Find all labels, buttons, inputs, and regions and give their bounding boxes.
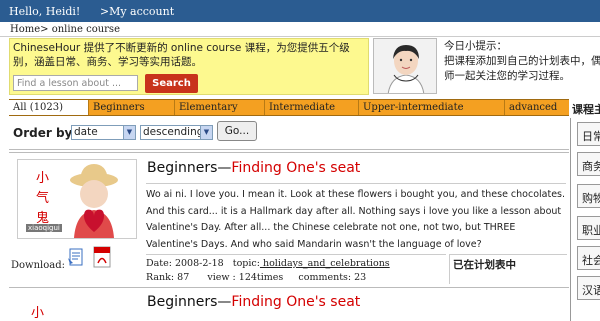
lesson-rank: 87: [177, 272, 190, 283]
teacher-avatar: [373, 38, 437, 94]
lesson-description: Wo ai ni. I love you. I mean it. Look at…: [146, 183, 566, 250]
tab-upper-intermediate[interactable]: Upper-intermediate: [359, 100, 505, 115]
rank-label: Rank:: [146, 272, 175, 283]
promo-panel: ChineseHour 提供了不断更新的 online course 课程，为您…: [9, 38, 369, 95]
order-field-select[interactable]: date ▼: [71, 125, 136, 140]
sidebar-item-society[interactable]: 社会: [577, 246, 600, 270]
go-button[interactable]: Go...: [217, 121, 257, 141]
tab-advanced[interactable]: advanced: [505, 100, 569, 115]
search-button[interactable]: Search: [145, 74, 198, 93]
lesson-meta: Date: 2008-2-18 topic: holidays_and_cele…: [146, 254, 446, 284]
topic-label: topic:: [232, 258, 260, 269]
topic-sidebar: 日常 商务 购物 职业 社会 汉语: [570, 118, 600, 321]
pdf-download-icon[interactable]: [93, 246, 111, 268]
promo-text: ChineseHour 提供了不断更新的 online course 课程，为您…: [13, 42, 350, 68]
lesson-item: 小 Beginners—Finding One's seat: [9, 287, 569, 321]
order-field-value: date: [74, 126, 98, 138]
topic-link[interactable]: holidays_and_celebrations: [260, 258, 390, 269]
lesson-title[interactable]: Beginners—Finding One's seat: [147, 294, 360, 310]
lesson-item: 小 气 鬼 xiaoqigui Download: Beginners—Find…: [9, 152, 569, 287]
greeting: Hello, Heidi!: [9, 5, 81, 18]
tab-intermediate[interactable]: Intermediate: [265, 100, 359, 115]
download-label: Download:: [11, 260, 65, 271]
thumb-pinyin: xiaoqigui: [26, 224, 62, 232]
document-download-icon[interactable]: [67, 248, 85, 266]
lesson-level: Beginners—: [147, 294, 232, 310]
view-label: view :: [207, 272, 236, 283]
order-by-label: Order by:: [13, 126, 78, 140]
tip-line-2: 师一起关注您的学习过程。: [444, 70, 570, 82]
lesson-date: 2008-2-18: [174, 258, 224, 269]
lesson-comments: 23: [354, 272, 367, 283]
sidebar-item-daily[interactable]: 日常: [577, 122, 600, 146]
lesson-name: Finding One's seat: [231, 160, 361, 176]
tip-line-1: 把课程添加到自己的计划表中，偶: [444, 55, 600, 67]
thumb-char-2: 气: [36, 190, 49, 206]
order-direction-select[interactable]: descending ▼: [140, 125, 213, 140]
date-label: Date:: [146, 258, 172, 269]
in-plan-status: 已在计划表中: [449, 254, 567, 284]
sidebar-item-business[interactable]: 商务: [577, 152, 600, 176]
lesson-views: 124times: [238, 272, 284, 283]
lesson-thumbnail[interactable]: 小 气 鬼 xiaoqigui: [17, 159, 137, 239]
lesson-title[interactable]: Beginners—Finding One's seat: [147, 160, 360, 176]
thumb-char-1: 小: [36, 171, 49, 186]
top-bar: Hello, Heidi! >My account: [0, 0, 600, 22]
chevron-down-icon: ▼: [123, 126, 135, 139]
search-input[interactable]: Find a lesson about ...: [13, 75, 138, 91]
sidebar-item-career[interactable]: 职业: [577, 216, 600, 240]
order-bar: Order by: date ▼ descending ▼ Go...: [9, 117, 569, 150]
order-direction-value: descending: [143, 126, 204, 138]
thumb-char: 小: [31, 306, 45, 321]
my-account-link[interactable]: >My account: [100, 5, 174, 18]
tab-beginners[interactable]: Beginners: [89, 100, 175, 115]
tab-all[interactable]: All (1023): [9, 100, 89, 115]
comments-label: comments:: [298, 272, 352, 283]
tip-title: 今日小提示：: [444, 40, 507, 52]
level-tabs: All (1023) Beginners Elementary Intermed…: [9, 99, 569, 116]
sidebar-item-chinese[interactable]: 汉语: [577, 276, 600, 300]
course-topics-title: 课程主: [572, 103, 600, 116]
lesson-level: Beginners—: [147, 160, 232, 176]
chevron-down-icon: ▼: [200, 126, 212, 139]
lesson-name: Finding One's seat: [231, 294, 361, 310]
daily-tip: 今日小提示： 把课程添加到自己的计划表中，偶 师一起关注您的学习过程。: [444, 39, 600, 84]
sidebar-item-shopping[interactable]: 购物: [577, 184, 600, 208]
breadcrumb: Home> online course: [0, 22, 600, 37]
tab-elementary[interactable]: Elementary: [175, 100, 265, 115]
